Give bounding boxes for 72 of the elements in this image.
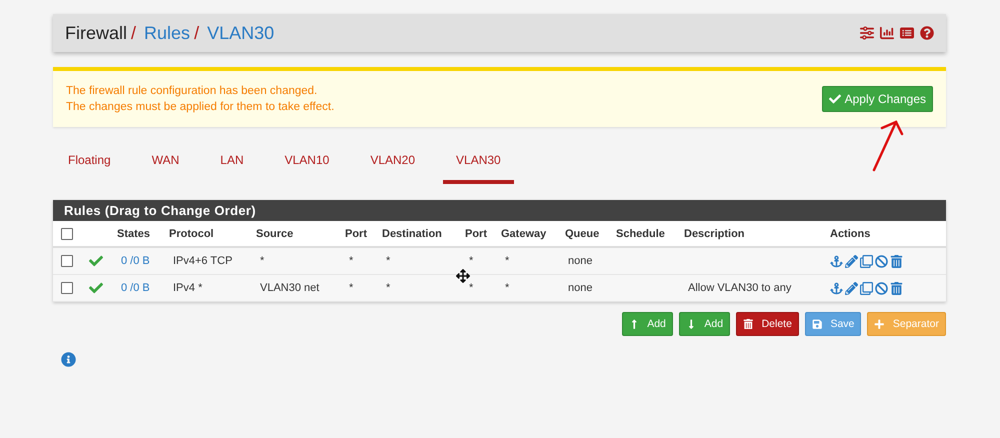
move-cursor-icon bbox=[456, 269, 470, 283]
help-icon[interactable] bbox=[920, 26, 934, 40]
column-header: States bbox=[117, 228, 152, 240]
row-checkbox[interactable] bbox=[61, 282, 73, 294]
edit-icon[interactable] bbox=[845, 254, 858, 268]
breadcrumb-separator: / bbox=[131, 22, 136, 44]
table-cell-text: IPv4 * bbox=[172, 282, 204, 294]
add-bottom-button[interactable]: Add bbox=[678, 312, 730, 336]
table-cell-text: * bbox=[468, 255, 474, 267]
plus-icon bbox=[874, 318, 885, 330]
table-cell-text: none bbox=[567, 255, 594, 267]
apply-changes-button[interactable]: Apply Changes bbox=[822, 86, 933, 112]
table-cell-text: * bbox=[259, 255, 266, 267]
table-cell-text: * bbox=[385, 282, 392, 294]
list-icon[interactable] bbox=[900, 26, 914, 40]
interface-tab[interactable]: VLAN30 bbox=[443, 147, 514, 184]
edit-icon[interactable] bbox=[845, 282, 858, 294]
check-icon bbox=[89, 254, 103, 268]
add-top-button[interactable]: Add bbox=[622, 312, 673, 336]
bar-chart-icon[interactable] bbox=[880, 26, 894, 40]
column-header: Port bbox=[345, 228, 368, 240]
disable-icon[interactable] bbox=[875, 254, 888, 268]
column-header: Queue bbox=[565, 228, 600, 240]
breadcrumb-separator: / bbox=[194, 22, 200, 44]
interface-tab[interactable]: Floating bbox=[55, 147, 124, 184]
breadcrumb-text: Firewall bbox=[65, 22, 128, 44]
table-cell-text: * bbox=[385, 255, 392, 267]
check-icon bbox=[828, 93, 841, 105]
save-button[interactable]: Save bbox=[804, 312, 862, 336]
column-header: Description bbox=[684, 228, 746, 240]
row-checkbox[interactable] bbox=[61, 255, 73, 267]
column-header: Schedule bbox=[616, 228, 666, 240]
column-header: Destination bbox=[382, 228, 443, 240]
alert-message: The changes must be applied for them to take effect. bbox=[66, 100, 334, 115]
anchor-icon[interactable] bbox=[830, 282, 843, 294]
copy-icon[interactable] bbox=[860, 254, 873, 268]
table-cell-text: IPv4+6 TCP bbox=[172, 255, 234, 267]
anchor-icon[interactable] bbox=[830, 254, 843, 268]
breadcrumb-link[interactable]: VLAN30 bbox=[207, 22, 274, 44]
interface-tab[interactable]: VLAN20 bbox=[357, 147, 428, 184]
table-cell-text: * bbox=[348, 255, 354, 267]
table-cell-text: * bbox=[504, 282, 510, 294]
copy-icon[interactable] bbox=[860, 282, 873, 294]
column-header: Actions bbox=[830, 228, 872, 240]
table-cell-text: * bbox=[468, 282, 474, 294]
trash-icon bbox=[743, 318, 754, 330]
arrow-drawing bbox=[872, 120, 904, 172]
alert-message: The firewall rule configuration has been changed. bbox=[66, 84, 318, 99]
table-cell-text: * bbox=[348, 282, 354, 294]
breadcrumb-link[interactable]: Rules bbox=[144, 22, 190, 44]
states-link[interactable]: 0 /0 B bbox=[117, 282, 169, 294]
info-icon[interactable] bbox=[61, 352, 76, 367]
check-icon bbox=[89, 281, 103, 295]
delete-button[interactable]: Delete bbox=[736, 312, 799, 336]
column-header: Port bbox=[465, 228, 488, 240]
table-cell-text: none bbox=[567, 282, 594, 294]
table-cell-text: * bbox=[504, 255, 510, 267]
interface-tab[interactable]: LAN bbox=[207, 147, 257, 184]
interface-tab[interactable]: WAN bbox=[138, 147, 192, 184]
column-header: Source bbox=[256, 228, 294, 240]
delete-icon[interactable] bbox=[890, 254, 903, 268]
panel-title: Rules (Drag to Change Order) bbox=[53, 200, 946, 221]
interface-tab[interactable]: VLAN10 bbox=[272, 147, 342, 184]
column-header: Protocol bbox=[169, 228, 215, 240]
table-cell-text: VLAN30 net bbox=[259, 282, 320, 294]
delete-icon[interactable] bbox=[890, 282, 903, 294]
column-header: Gateway bbox=[501, 228, 548, 240]
states-link[interactable]: 0 /0 B bbox=[117, 255, 169, 267]
disable-icon[interactable] bbox=[875, 282, 888, 294]
table-cell-text: Allow VLAN30 to any bbox=[687, 282, 792, 294]
select-all-checkbox[interactable] bbox=[61, 228, 73, 240]
sliders-icon[interactable] bbox=[860, 26, 874, 40]
